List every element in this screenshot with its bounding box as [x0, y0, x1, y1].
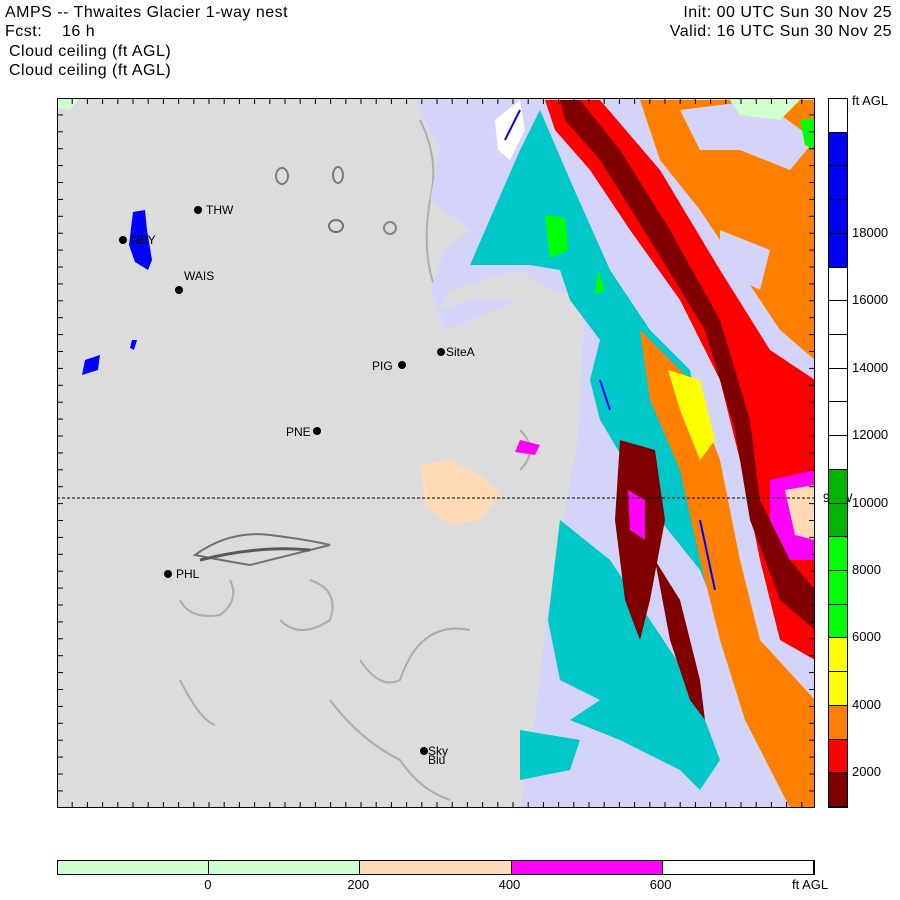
colorbar-cell [829, 571, 847, 605]
colorbar-label: 4000 [852, 696, 881, 712]
colorbar-label: 14000 [852, 359, 889, 375]
colorbar-cell [511, 861, 663, 874]
valid-time: Valid: 16 UTC Sun 30 Nov 25 [669, 23, 892, 40]
station-marker [194, 206, 202, 214]
colorbar-cell [829, 705, 847, 740]
horizontal-colorbar-units: ft AGL [792, 877, 829, 892]
colorbar-cell [360, 861, 512, 874]
colorbar-label: 0 [204, 877, 212, 892]
colorbar-cell [829, 436, 847, 470]
colorbar-cell [829, 604, 847, 639]
station-marker [398, 361, 406, 369]
colorbar-label: 8000 [852, 562, 881, 577]
station-label: THW [206, 203, 234, 217]
map-plot [57, 98, 815, 808]
init-time: Init: 00 UTC Sun 30 Nov 25 [683, 4, 892, 21]
colorbar-cell [662, 861, 814, 874]
colorbar-cell [829, 200, 847, 234]
station-label: PNE [286, 425, 311, 439]
colorbar-cell [829, 166, 847, 201]
colorbar-cell [829, 233, 847, 268]
colorbar-cell [58, 861, 210, 874]
colorbar-cell [829, 335, 847, 369]
colorbar-cell [829, 739, 847, 774]
station-marker [420, 747, 428, 755]
colorbar-cell [829, 537, 847, 571]
station-label: NBY [131, 233, 156, 247]
station-label: PHL [176, 567, 200, 581]
colorbar-label: 16000 [852, 292, 889, 308]
station-marker [437, 348, 445, 356]
station-label: WAIS [184, 269, 215, 283]
station-label: Blu [428, 753, 446, 767]
colorbar-cell [829, 672, 847, 706]
colorbar-label: 400 [498, 877, 521, 892]
chart-title: AMPS -- Thwaites Glacier 1-way nest [5, 4, 289, 21]
station-marker [164, 570, 172, 578]
field-name-secondary: Cloud ceiling (ft AGL) [9, 62, 172, 79]
vertical-colorbar [828, 98, 848, 808]
colorbar-cell [209, 861, 361, 874]
station-marker [119, 236, 127, 244]
colorbar-label: 18000 [852, 224, 889, 240]
colorbar-cell [829, 402, 847, 437]
colorbar-label: 200 [347, 877, 370, 892]
colorbar-cell [829, 267, 847, 302]
vertical-colorbar-units: ft AGL [852, 93, 889, 108]
horizontal-colorbar [57, 860, 815, 875]
station-marker [175, 286, 183, 294]
colorbar-label: 12000 [852, 427, 889, 443]
colorbar-cell [829, 503, 847, 538]
colorbar-cell [829, 99, 847, 133]
colorbar-label: 6000 [852, 629, 881, 645]
field-name: Cloud ceiling (ft AGL) [9, 43, 172, 60]
colorbar-label: 10000 [852, 494, 889, 510]
forecast-hour: Fcst: 16 h [5, 23, 96, 40]
colorbar-cell [829, 301, 847, 335]
station-marker [313, 427, 321, 435]
colorbar-cell [829, 132, 847, 167]
station-label: SiteA [446, 345, 475, 359]
colorbar-cell [829, 469, 847, 504]
colorbar-cell [829, 773, 847, 807]
colorbar-cell [829, 638, 847, 673]
station-label: PIG [372, 359, 393, 373]
colorbar-label: 2000 [852, 764, 881, 780]
colorbar-label: 600 [649, 877, 672, 892]
colorbar-cell [829, 368, 847, 403]
